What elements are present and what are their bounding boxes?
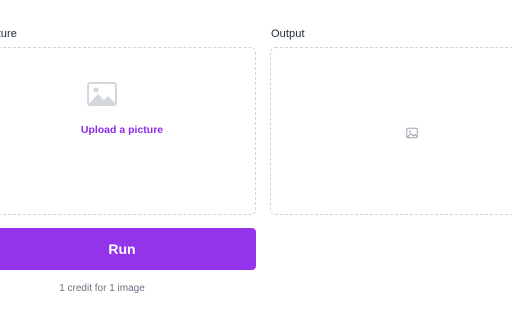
image-placeholder-icon [87,82,117,106]
run-button[interactable]: Run [0,228,256,270]
credit-note: 1 credit for 1 image [59,283,145,294]
upload-picture-link[interactable]: Upload a picture [0,124,255,136]
output-label: Output [271,28,305,40]
output-preview [270,47,512,215]
image-icon [406,126,418,139]
app-panel: Picture Output Upload a picture Run 1 cr… [0,0,512,320]
input-label: Picture [0,28,17,40]
upload-dropzone[interactable]: Upload a picture [0,47,256,215]
